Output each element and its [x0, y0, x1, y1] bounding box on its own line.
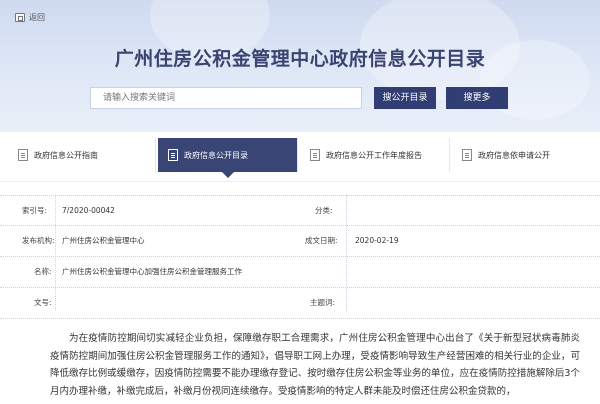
index-value: 7/2020-00042 [62, 206, 115, 215]
article-body: 为在疫情防控期间切实减轻企业负担，保障缴存职工合理需求，广州住房公积金管理中心出… [50, 333, 580, 397]
publisher-value: 广州住房公积金管理中心 [62, 236, 145, 245]
divider [55, 195, 56, 311]
subject-label: 主题词: [310, 298, 336, 307]
document-icon [462, 149, 472, 161]
docno-label: 文号: [34, 298, 52, 307]
tab-bar: 政府信息公开指南 政府信息公开目录 政府信息公开工作年度报告 政府信息依申请公开 [0, 132, 600, 182]
search-catalog-button[interactable]: 搜公开目录 [374, 87, 436, 109]
category-label: 分类: [315, 206, 333, 215]
document-metadata: 索引号: 7/2020-00042 分类: 发布机构: 广州住房公积金管理中心 … [0, 195, 600, 319]
date-value: 2020-02-19 [355, 236, 399, 245]
header-banner: 返回 广州住房公积金管理中心政府信息公开目录 搜公开目录 搜更多 [0, 0, 600, 132]
tab-on-request[interactable]: 政府信息依申请公开 [452, 138, 592, 172]
document-icon [168, 149, 178, 161]
active-tab-pointer [222, 172, 234, 178]
document-icon [18, 149, 28, 161]
tab-label: 政府信息公开工作年度报告 [326, 150, 422, 160]
name-value: 广州住房公积金管理中心加强住房公积金管理服务工作 [62, 267, 242, 276]
search-input[interactable] [90, 87, 362, 109]
back-label: 返回 [29, 13, 45, 22]
index-label: 索引号: [22, 206, 48, 215]
divider [346, 195, 347, 311]
date-label: 成文日期: [305, 236, 338, 245]
metadata-row: 名称: 广州住房公积金管理中心加强住房公积金管理服务工作 [0, 257, 600, 288]
page-title: 广州住房公积金管理中心政府信息公开目录 [114, 48, 486, 70]
search-more-button[interactable]: 搜更多 [446, 87, 508, 109]
metadata-row: 索引号: 7/2020-00042 分类: [0, 195, 600, 226]
tab-catalog[interactable]: 政府信息公开目录 [158, 138, 298, 172]
tab-label: 政府信息依申请公开 [478, 150, 550, 160]
tab-label: 政府信息公开目录 [184, 150, 248, 160]
publisher-label: 发布机构: [22, 236, 55, 245]
tab-annual-report[interactable]: 政府信息公开工作年度报告 [300, 138, 450, 172]
back-link[interactable]: 返回 [15, 12, 45, 23]
tab-label: 政府信息公开指南 [34, 150, 98, 160]
name-label: 名称: [34, 267, 52, 276]
metadata-row: 文号: 主题词: [0, 288, 600, 319]
home-icon [15, 13, 25, 22]
metadata-row: 发布机构: 广州住房公积金管理中心 成文日期: 2020-02-19 [0, 226, 600, 257]
document-icon [310, 149, 320, 161]
divider [0, 181, 600, 182]
tab-guide[interactable]: 政府信息公开指南 [8, 138, 156, 172]
